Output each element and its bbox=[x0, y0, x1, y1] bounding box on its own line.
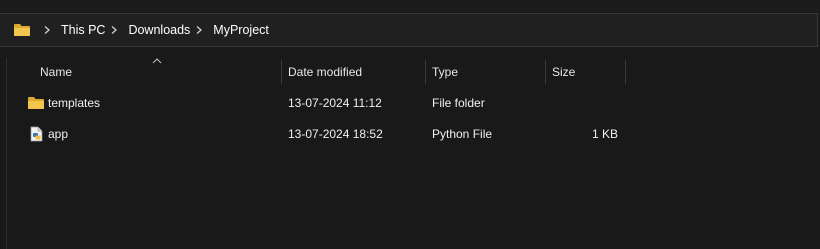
chevron-right-icon[interactable] bbox=[42, 25, 52, 35]
python-file-icon bbox=[30, 126, 43, 142]
address-bar[interactable]: This PC Downloads MyProject bbox=[0, 13, 818, 47]
chevron-right-icon[interactable] bbox=[194, 25, 204, 35]
breadcrumb-myproject[interactable]: MyProject bbox=[213, 23, 269, 37]
column-divider[interactable] bbox=[281, 60, 282, 84]
file-size bbox=[552, 91, 618, 115]
file-date-modified: 13-07-2024 18:52 bbox=[288, 127, 383, 141]
pane-divider bbox=[6, 58, 7, 249]
breadcrumb-downloads[interactable]: Downloads bbox=[128, 23, 190, 37]
column-divider[interactable] bbox=[625, 60, 626, 84]
folder-icon bbox=[14, 24, 30, 36]
file-row-app[interactable]: app 13-07-2024 18:52 Python File 1 KB bbox=[16, 122, 646, 146]
column-divider[interactable] bbox=[545, 60, 546, 84]
column-size[interactable]: Size bbox=[552, 58, 575, 86]
title-strip bbox=[0, 0, 820, 12]
file-type: File folder bbox=[432, 96, 485, 110]
breadcrumb-this-pc[interactable]: This PC bbox=[61, 23, 105, 37]
file-size: 1 KB bbox=[591, 127, 618, 141]
column-header: Name Date modified Type Size bbox=[0, 58, 820, 86]
column-type[interactable]: Type bbox=[432, 58, 458, 86]
file-name: app bbox=[48, 127, 69, 141]
file-name: templates bbox=[48, 96, 101, 110]
chevron-right-icon[interactable] bbox=[109, 25, 119, 35]
file-date-modified: 13-07-2024 11:12 bbox=[288, 96, 382, 110]
breadcrumb: This PC Downloads MyProject bbox=[38, 14, 269, 46]
column-date-modified[interactable]: Date modified bbox=[288, 58, 362, 86]
folder-icon bbox=[28, 97, 44, 109]
column-name[interactable]: Name bbox=[40, 58, 72, 86]
file-row-templates[interactable]: templates 13-07-2024 11:12 File folder bbox=[16, 91, 646, 115]
file-type: Python File bbox=[432, 127, 493, 141]
column-divider[interactable] bbox=[425, 60, 426, 84]
